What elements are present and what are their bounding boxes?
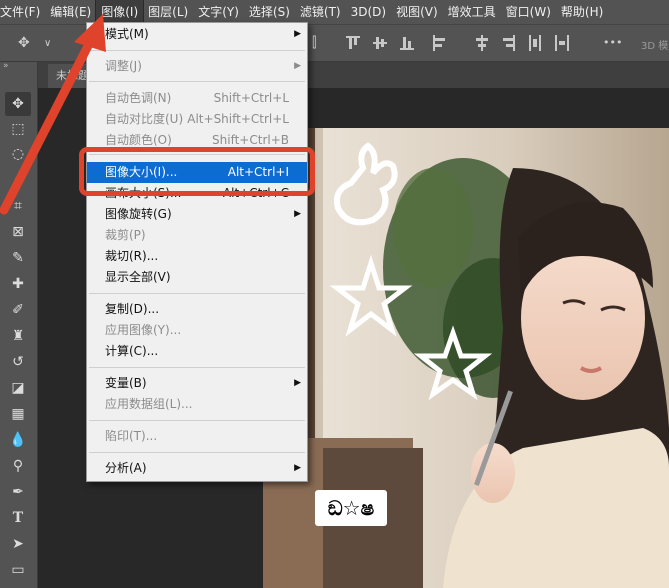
crop-tool-icon[interactable]: ⌗ <box>5 194 31 218</box>
align-left-edges-icon[interactable] <box>432 34 446 52</box>
menu-separator <box>89 452 305 453</box>
menu-file[interactable]: 文件(F) <box>0 0 45 24</box>
3d-mode-label[interactable]: 3D 模 <box>641 37 668 52</box>
blur-tool-icon[interactable]: 💧 <box>5 428 31 452</box>
menu-window[interactable]: 窗口(W) <box>501 0 556 24</box>
menu-item-apply-data-set[interactable]: 应用数据组(L)... <box>87 394 307 415</box>
path-selection-tool-icon[interactable]: ➤ <box>5 532 31 556</box>
menu-3d[interactable]: 3D(D) <box>346 0 391 24</box>
submenu-arrow-icon: ▶ <box>294 209 301 219</box>
magic-wand-tool-icon[interactable]: ⚡ <box>5 168 31 192</box>
highlight-annotation-box <box>79 147 315 196</box>
menu-item-crop[interactable]: 裁剪(P) <box>87 225 307 246</box>
dodge-tool-icon[interactable]: ⚲ <box>5 454 31 478</box>
menu-item-mode[interactable]: 模式(M) ▶ <box>87 24 307 45</box>
submenu-arrow-icon: ▶ <box>294 29 301 39</box>
menu-item-variables[interactable]: 变量(B) ▶ <box>87 373 307 394</box>
menu-item-auto-contrast[interactable]: 自动对比度(U) Alt+Shift+Ctrl+L <box>87 109 307 130</box>
menu-layer[interactable]: 图层(L) <box>143 0 193 24</box>
distribute-icon[interactable] <box>528 34 542 52</box>
distribute-spacing-icon[interactable] <box>555 34 569 52</box>
menu-separator <box>89 420 305 421</box>
image-menu-dropdown: 模式(M) ▶ 调整(J) ▶ 自动色调(N) Shift+Ctrl+L 自动对比度(… <box>86 22 308 482</box>
menu-view[interactable]: 视图(V) <box>391 0 443 24</box>
move-icon[interactable]: ✥ <box>18 35 30 51</box>
menu-item-adjustments[interactable]: 调整(J) ▶ <box>87 56 307 77</box>
emoji-sticker: ඞ☆ෂ <box>315 490 387 526</box>
gradient-tool-icon[interactable]: ▦ <box>5 402 31 426</box>
align-vertical-centers-icon[interactable] <box>373 34 387 52</box>
align-left-icon[interactable]: ⫿ <box>312 35 316 51</box>
menu-type[interactable]: 文字(Y) <box>193 0 244 24</box>
menu-separator <box>89 367 305 368</box>
frame-tool-icon[interactable]: ⊠ <box>5 220 31 244</box>
menu-item-trim[interactable]: 裁切(R)... <box>87 246 307 267</box>
more-options-icon[interactable]: ••• <box>603 36 622 49</box>
move-tool-icon[interactable]: ✥ <box>5 92 31 116</box>
menu-item-reveal-all[interactable]: 显示全部(V) <box>87 267 307 288</box>
tools-panel: » ✥ ⬚ ◌ ⚡ ⌗ ⊠ ✎ ✚ ✐ ♜ ↺ ◪ ▦ 💧 ⚲ ✒ T ➤ ▭ <box>0 61 38 588</box>
align-horizontal-centers-icon[interactable] <box>475 34 489 52</box>
menu-item-image-rotation[interactable]: 图像旋转(G) ▶ <box>87 204 307 225</box>
eraser-tool-icon[interactable]: ◪ <box>5 376 31 400</box>
brush-tool-icon[interactable]: ✐ <box>5 298 31 322</box>
align-right-edges-icon[interactable] <box>502 34 516 52</box>
menu-item-auto-tone[interactable]: 自动色调(N) Shift+Ctrl+L <box>87 88 307 109</box>
history-brush-tool-icon[interactable]: ↺ <box>5 350 31 374</box>
menu-item-duplicate[interactable]: 复制(D)... <box>87 299 307 320</box>
menu-item-analysis[interactable]: 分析(A) ▶ <box>87 458 307 479</box>
menu-separator <box>89 81 305 82</box>
lasso-tool-icon[interactable]: ◌ <box>5 142 31 166</box>
menu-edit[interactable]: 编辑(E) <box>45 0 96 24</box>
menu-image[interactable]: 图像(I) <box>95 0 145 25</box>
menu-separator <box>89 50 305 51</box>
chevron-down-icon[interactable]: ∨ <box>44 38 51 49</box>
menu-help[interactable]: 帮助(H) <box>556 0 608 24</box>
eyedropper-tool-icon[interactable]: ✎ <box>5 246 31 270</box>
type-tool-icon[interactable]: T <box>5 506 31 530</box>
menu-separator <box>89 293 305 294</box>
pen-tool-icon[interactable]: ✒ <box>5 480 31 504</box>
rectangle-tool-icon[interactable]: ▭ <box>5 558 31 582</box>
submenu-arrow-icon: ▶ <box>294 378 301 388</box>
align-top-edges-icon[interactable] <box>346 34 360 52</box>
menu-bar: 文件(F) 编辑(E) 图像(I) 图层(L) 文字(Y) 选择(S) 滤镜(T… <box>0 0 669 25</box>
menu-select[interactable]: 选择(S) <box>244 0 295 24</box>
panel-collapse-icon[interactable]: » <box>3 61 9 71</box>
menu-plugins[interactable]: 增效工具 <box>443 0 501 24</box>
menu-filter[interactable]: 滤镜(T) <box>295 0 346 24</box>
menu-item-apply-image[interactable]: 应用图像(Y)... <box>87 320 307 341</box>
marquee-tool-icon[interactable]: ⬚ <box>5 117 31 141</box>
healing-brush-tool-icon[interactable]: ✚ <box>5 272 31 296</box>
menu-item-trap[interactable]: 陷印(T)... <box>87 426 307 447</box>
menu-item-calculations[interactable]: 计算(C)... <box>87 341 307 362</box>
submenu-arrow-icon: ▶ <box>294 463 301 473</box>
align-bottom-edges-icon[interactable] <box>400 34 414 52</box>
clone-stamp-tool-icon[interactable]: ♜ <box>5 324 31 348</box>
submenu-arrow-icon: ▶ <box>294 61 301 71</box>
